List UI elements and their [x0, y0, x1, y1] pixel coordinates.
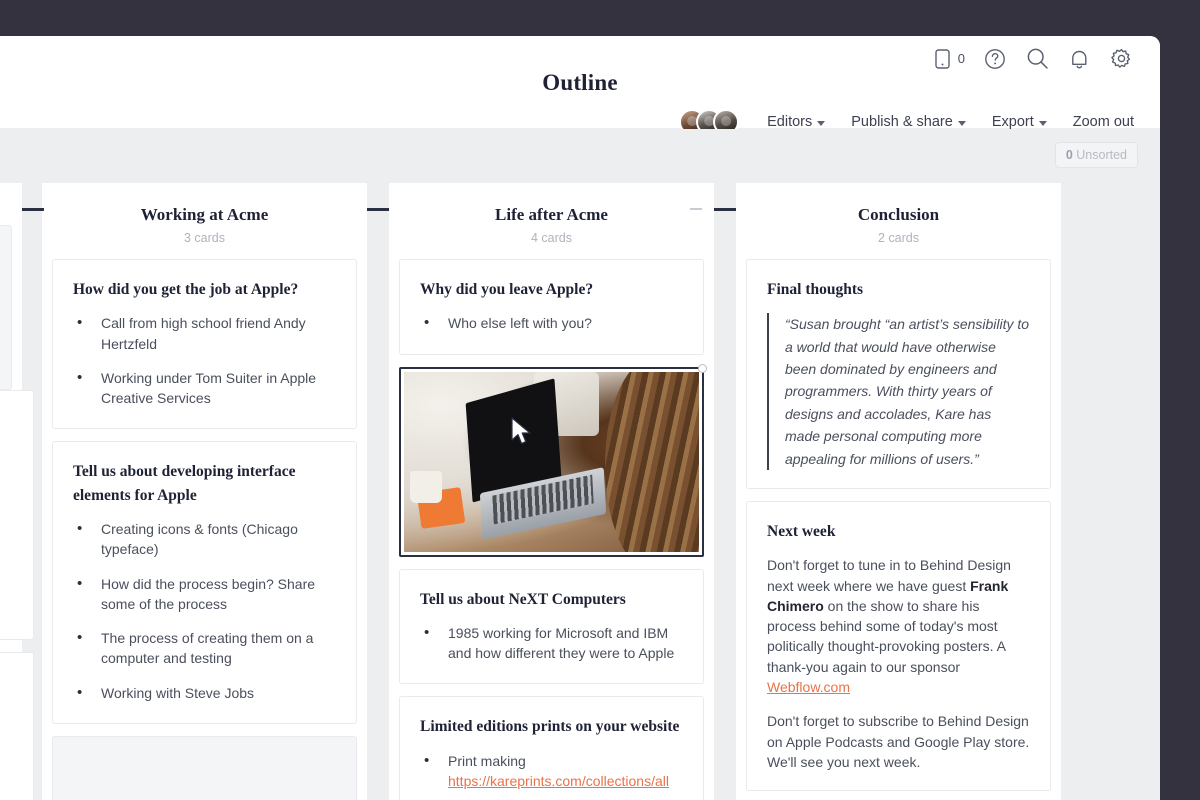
list-item: Working under Tom Suiter in Apple Creati… [73, 367, 336, 409]
card[interactable]: Tell us about developing interface eleme… [52, 441, 357, 725]
list-item: How did the process begin? Share some of… [73, 573, 336, 615]
list-item: Working with Steve Jobs [73, 682, 336, 704]
collapse-column-icon[interactable] [690, 203, 702, 215]
app-header: Outline 0 Editors Publish & share Export… [0, 36, 1160, 135]
column-title: Conclusion [857, 205, 940, 224]
column-working-at-acme[interactable]: Working at Acme 3 cards How did you get … [42, 183, 389, 800]
column-title: Life after Acme [495, 205, 608, 224]
card-title: Why did you leave Apple? [420, 281, 594, 298]
column-header: Working at Acme 3 cards [42, 183, 367, 259]
mobile-preview-button[interactable]: 0 [933, 48, 965, 70]
column-body: Final thoughts “Susan brought “an artist… [736, 259, 1061, 800]
zoom-out-label: Zoom out [1072, 114, 1134, 130]
list-item: Call from high school friend Andy Hertzf… [73, 312, 336, 354]
column-header [0, 183, 22, 225]
outline-board: 0 Unsorted Working at Acme 3 cards How d… [0, 129, 1160, 800]
card-title: Final thoughts [767, 281, 864, 298]
mobile-preview-icon [933, 48, 952, 70]
card-title: Limited editions prints on your website [420, 718, 680, 736]
card-dropzone[interactable] [52, 736, 357, 800]
column-body: How did you get the job at Apple? Call f… [42, 259, 367, 800]
notifications-icon [1068, 47, 1091, 71]
publish-share-menu-label: Publish & share [851, 114, 953, 130]
header-icon-row: 0 [933, 46, 1134, 71]
card-title: Next week [767, 522, 836, 540]
unsorted-label: Unsorted [1076, 148, 1127, 162]
app-panel: Outline 0 Editors Publish & share Export… [0, 36, 1160, 800]
unsorted-count: 0 [1065, 148, 1073, 162]
card[interactable]: Final thoughts “Susan brought “an artist… [746, 259, 1051, 489]
chevron-down-icon [1038, 120, 1047, 126]
paragraph: Don't forget to tune in to Behind Design… [767, 555, 1030, 697]
comment-count: 0 [957, 51, 965, 66]
card[interactable]: How did you get the job at Apple? Call f… [52, 259, 357, 430]
column-body [0, 225, 34, 800]
column-conclusion[interactable]: Conclusion 2 cards Final thoughts “Susan… [736, 183, 1061, 800]
zoom-out-button[interactable]: Zoom out [1073, 114, 1134, 130]
kareprints-link[interactable]: https://kareprints.com/collections/all [448, 773, 669, 789]
blockquote: “Susan brought “an artist’s sensibility … [767, 313, 1030, 470]
export-menu-label: Export [991, 114, 1034, 130]
card-bullet-list: Print making https://kareprints.com/coll… [420, 750, 683, 792]
list-item: The process of creating them on a comput… [73, 627, 336, 669]
editors-menu[interactable]: Editors [767, 114, 826, 130]
board-topbar: 0 Unsorted [0, 129, 1160, 183]
card-title: Tell us about NeXT Computers [420, 590, 626, 608]
photo [404, 371, 699, 552]
image-card-selected[interactable] [399, 363, 707, 557]
card[interactable]: Why did you leave Apple? Who else left w… [399, 259, 704, 355]
board-columns: Working at Acme 3 cards How did you get … [0, 183, 1160, 800]
card[interactable]: Tell us about NeXT Computers 1985 workin… [399, 568, 704, 685]
column-card-count: 3 cards [184, 231, 225, 245]
card[interactable]: Limited editions prints on your website … [399, 696, 704, 800]
publish-share-menu[interactable]: Publish & share [851, 114, 966, 130]
screen-root: Outline 0 Editors Publish & share Export… [0, 0, 1200, 800]
paragraph: Don't forget to subscribe to Behind Desi… [767, 713, 1030, 770]
card-dropzone[interactable] [0, 225, 12, 390]
search-button[interactable] [1025, 46, 1050, 71]
export-menu[interactable]: Export [992, 114, 1047, 130]
column-body: Why did you leave Apple? Who else left w… [389, 259, 714, 800]
unsorted-filter-button[interactable]: 0 Unsorted [1054, 142, 1138, 168]
column-connector [714, 208, 736, 211]
list-item-text: Print making [448, 752, 526, 769]
search-icon [1025, 46, 1050, 71]
column-life-after-acme[interactable]: Life after Acme 4 cards Why did you leav… [389, 183, 736, 800]
card[interactable] [0, 390, 34, 640]
column-partial-left[interactable] [0, 183, 44, 800]
list-item: Print making https://kareprints.com/coll… [420, 750, 683, 792]
resize-handle[interactable] [698, 363, 707, 373]
column-connector [22, 208, 44, 211]
list-item: 1985 working for Microsoft and IBM and h… [420, 622, 683, 664]
help-icon [983, 47, 1007, 71]
list-item: Who else left with you? [420, 312, 683, 334]
card-bullet-list: Who else left with you? [420, 312, 683, 334]
column-card-count: 2 cards [878, 231, 919, 245]
column-connector [367, 208, 389, 211]
photo-mug [409, 470, 443, 503]
chevron-down-icon [817, 120, 826, 126]
card-bullet-list: 1985 working for Microsoft and IBM and h… [420, 622, 683, 664]
photo-person [604, 371, 699, 552]
card[interactable]: Next week Don't forget to tune in to Beh… [746, 500, 1051, 792]
mouse-cursor-icon [510, 416, 534, 452]
list-item: Creating icons & fonts (Chicago typeface… [73, 518, 336, 560]
editors-menu-label: Editors [767, 114, 813, 130]
notifications-button[interactable] [1068, 47, 1091, 71]
column-card-count: 4 cards [531, 231, 572, 245]
card-title: Tell us about developing interface eleme… [73, 463, 296, 504]
card[interactable] [0, 652, 34, 800]
gear-icon [1109, 46, 1134, 71]
chevron-down-icon [957, 120, 966, 126]
settings-button[interactable] [1109, 46, 1134, 71]
help-button[interactable] [983, 47, 1007, 71]
card-bullet-list: Call from high school friend Andy Hertzf… [73, 312, 336, 409]
column-title: Working at Acme [140, 205, 269, 224]
card-bullet-list: Creating icons & fonts (Chicago typeface… [73, 518, 336, 704]
webflow-link[interactable]: Webflow.com [767, 679, 850, 695]
column-header: Life after Acme 4 cards [389, 183, 714, 259]
column-header: Conclusion 2 cards [736, 183, 1061, 259]
card-title: How did you get the job at Apple? [73, 281, 299, 298]
